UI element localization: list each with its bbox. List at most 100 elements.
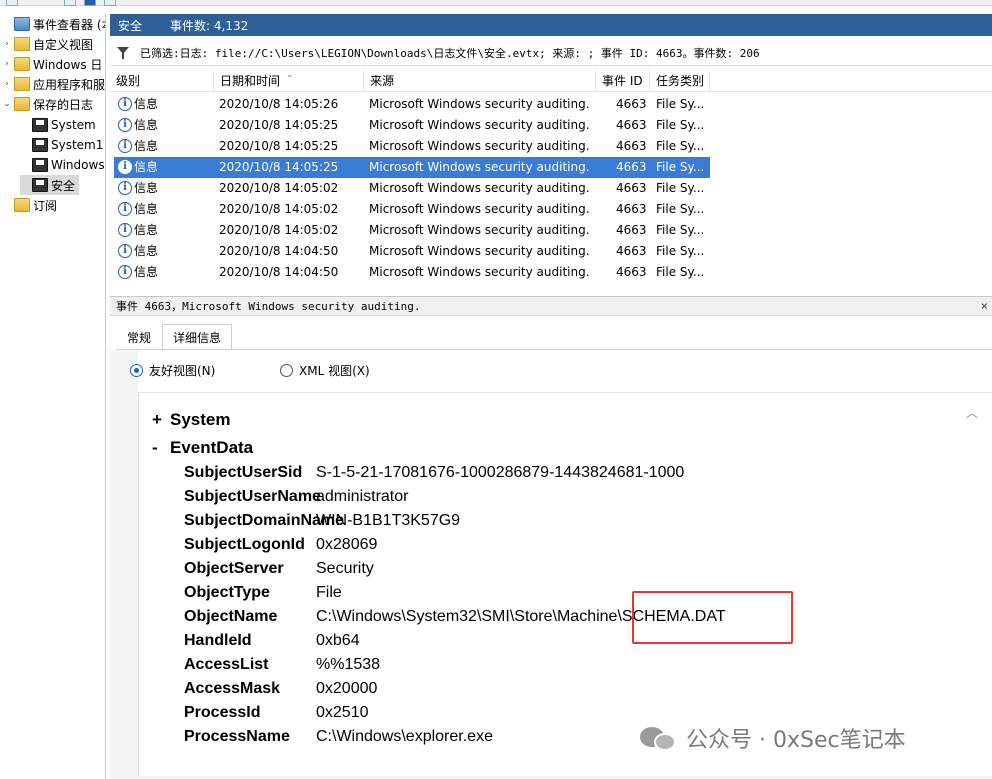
cell-datetime: 2020/10/8 14:05:25 [219, 160, 339, 174]
info-icon: i [118, 244, 132, 258]
table-row[interactable]: i 信息 2020/10/8 14:05:02 Microsoft Windows s… [114, 199, 710, 220]
table-row[interactable]: i 信息 2020/10/8 14:05:02 Microsoft Windows s… [114, 178, 710, 199]
log-name: 安全 [118, 18, 143, 33]
event-field: ProcessName C:\Windows\explorer.exe [184, 728, 493, 752]
tree-item-label: Windows 日 [33, 57, 103, 72]
system-section[interactable]: + System [152, 410, 230, 430]
cell-task: File Sy... [656, 118, 705, 132]
cell-source: Microsoft Windows security auditing. [369, 160, 590, 174]
scroll-up-icon[interactable]: ︿ [966, 404, 978, 421]
folder-icon [14, 77, 30, 91]
info-icon: i [118, 181, 132, 195]
cell-id: 4663 [616, 181, 647, 195]
folder-icon [14, 57, 30, 71]
table-row[interactable]: i 信息 2020/10/8 14:05:25 Microsoft Windows s… [114, 157, 710, 178]
tree-item[interactable]: › 自定义视图 [2, 34, 93, 54]
table-row[interactable]: i 信息 2020/10/8 14:04:50 Microsoft Windows s… [114, 262, 710, 283]
tree-item[interactable]: System [20, 115, 96, 135]
info-icon: i [118, 223, 132, 237]
column-header-task-category[interactable]: 任务类别 [650, 70, 710, 92]
field-value: %%1538 [316, 656, 381, 673]
tree-item-label: 订阅 [33, 198, 58, 213]
wechat-logo-icon [640, 723, 678, 753]
eventdata-section-label: EventData [170, 438, 254, 457]
tree-item[interactable]: › 应用程序和服 [2, 74, 105, 94]
column-header-event-id[interactable]: 事件 ID [596, 70, 650, 92]
field-value: 0xb64 [316, 632, 360, 649]
field-key: HandleId [184, 632, 252, 649]
cell-level: 信息 [134, 160, 159, 174]
tree-item[interactable]: › Windows 日 [2, 54, 102, 74]
subscription-icon [14, 198, 30, 212]
cell-level: 信息 [134, 223, 159, 237]
field-key: SubjectDomainName [184, 512, 345, 529]
table-row[interactable]: i 信息 2020/10/8 14:05:25 Microsoft Windows s… [114, 115, 710, 136]
toolbar-button[interactable] [6, 0, 18, 6]
cell-task: File Sy... [656, 97, 705, 111]
tree-item[interactable]: ⌄ 保存的日志 [2, 94, 93, 114]
cell-id: 4663 [616, 139, 647, 153]
column-header-level[interactable]: 级别 [110, 70, 214, 92]
expand-icon[interactable]: + [152, 410, 170, 430]
event-count: 事件数: 4,132 [170, 18, 249, 33]
cell-datetime: 2020/10/8 14:05:02 [219, 223, 339, 237]
tab-general[interactable]: 常规 [116, 324, 162, 350]
field-key: SubjectUserSid [184, 464, 303, 481]
cell-id: 4663 [616, 202, 647, 216]
toolbar-button[interactable] [104, 0, 116, 6]
cell-id: 4663 [616, 244, 647, 258]
column-header-source[interactable]: 来源 [364, 70, 596, 92]
table-row[interactable]: i 信息 2020/10/8 14:05:26 Microsoft Windows s… [114, 94, 710, 115]
cell-id: 4663 [616, 118, 647, 132]
tree-arrow-icon[interactable]: › [2, 59, 12, 69]
folder-icon [14, 37, 30, 51]
radio-xml-view[interactable]: XML 视图(X) [280, 362, 370, 379]
cell-level: 信息 [134, 244, 159, 258]
table-row[interactable]: i 信息 2020/10/8 14:05:02 Microsoft Windows s… [114, 220, 710, 241]
toolbar-button[interactable] [84, 0, 96, 6]
close-icon[interactable]: × [981, 297, 988, 316]
field-value: Security [316, 560, 374, 577]
field-key: ObjectType [184, 584, 270, 601]
tree-item-label: System1 [51, 138, 104, 152]
toolbar-button[interactable] [64, 0, 76, 6]
field-value: S-1-5-21-17081676-1000286879-1443824681-… [316, 464, 685, 481]
column-header-datetime[interactable]: 日期和时间 ⌄ [214, 70, 364, 92]
cell-task: File Sy... [656, 160, 705, 174]
event-field: HandleId 0xb64 [184, 632, 360, 656]
collapse-icon[interactable]: - [152, 438, 170, 458]
tree-item[interactable]: 订阅 [2, 195, 57, 215]
table-row[interactable]: i 信息 2020/10/8 14:05:25 Microsoft Windows s… [114, 136, 710, 157]
radio-xml-label: XML 视图(X) [299, 364, 370, 378]
tree-item[interactable]: 事件查看器 (本地 [2, 14, 105, 34]
tree-arrow-icon[interactable]: › [2, 39, 12, 49]
cell-datetime: 2020/10/8 14:05:02 [219, 202, 339, 216]
grid-header: 级别 日期和时间 ⌄ 来源 事件 ID 任务类别 [110, 70, 992, 92]
radio-friendly-view[interactable]: 友好视图(N) [130, 362, 215, 379]
event-detail-title: 事件 4663，Microsoft Windows security audit… [116, 300, 421, 313]
event-field: SubjectDomainName WIN-B1B1T3K57G9 [184, 512, 460, 536]
watermark-text: 公众号 · 0xSec笔记本 [686, 728, 906, 753]
tree-arrow-icon[interactable]: › [2, 79, 12, 89]
event-field: SubjectUserName administrator [184, 488, 408, 512]
info-icon: i [118, 139, 132, 153]
tree-item[interactable]: System1 [20, 135, 103, 155]
log-file-icon [32, 178, 48, 192]
filter-text: 已筛选:日志: file://C:\Users\LEGION\Downloads… [140, 46, 760, 60]
tree-arrow-icon[interactable]: ⌄ [2, 99, 12, 109]
navigation-tree: 事件查看器 (本地 › 自定义视图 › Windows 日 › 应用程序和服 ⌄ 保存的日志 Sy… [0, 14, 106, 779]
table-row[interactable]: i 信息 2020/10/8 14:04:50 Microsoft Windows s… [114, 241, 710, 262]
eventdata-section[interactable]: - EventData [152, 438, 253, 458]
field-value: administrator [316, 488, 409, 505]
cell-id: 4663 [616, 265, 647, 279]
system-section-label: System [170, 410, 231, 429]
tab-details[interactable]: 详细信息 [162, 324, 233, 350]
cell-datetime: 2020/10/8 14:04:50 [219, 265, 339, 279]
event-field: AccessList %%1538 [184, 656, 380, 680]
cell-level: 信息 [134, 181, 159, 195]
tree-item[interactable]: Windows [20, 155, 105, 175]
log-file-icon [32, 138, 48, 152]
cell-source: Microsoft Windows security auditing. [369, 97, 590, 111]
cell-task: File Sy... [656, 139, 705, 153]
tree-item[interactable]: 安全 [20, 175, 80, 195]
